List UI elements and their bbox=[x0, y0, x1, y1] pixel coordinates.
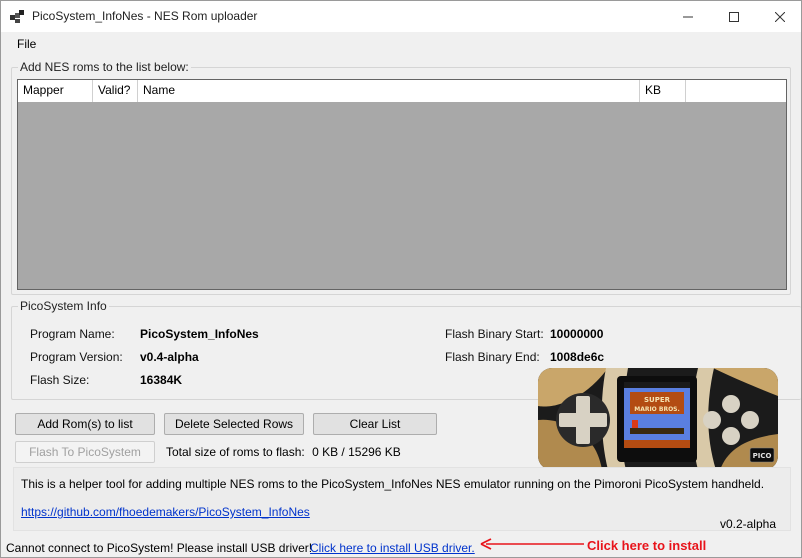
info-group-title: PicoSystem Info bbox=[18, 299, 109, 313]
flash-end-label: Flash Binary End: bbox=[445, 350, 540, 364]
window-title: PicoSystem_InfoNes - NES Rom uploader bbox=[32, 9, 258, 23]
roms-grid[interactable]: Mapper Valid? Name KB bbox=[17, 79, 787, 290]
status-message: Cannot connect to PicoSystem! Please ins… bbox=[6, 541, 313, 555]
menu-file[interactable]: File bbox=[17, 37, 36, 51]
help-panel: This is a helper tool for adding multipl… bbox=[13, 467, 791, 531]
version-label: v0.2-alpha bbox=[719, 517, 776, 531]
app-icon bbox=[10, 10, 24, 23]
add-roms-button[interactable]: Add Rom(s) to list bbox=[15, 413, 155, 435]
minimize-icon bbox=[683, 16, 693, 17]
minimize-button[interactable] bbox=[665, 1, 711, 32]
grid-header: Mapper Valid? Name KB bbox=[18, 80, 786, 102]
device-logo: PICO bbox=[753, 452, 772, 460]
github-link[interactable]: https://github.com/fhoedemakers/PicoSyst… bbox=[21, 505, 310, 519]
column-valid[interactable]: Valid? bbox=[93, 80, 138, 102]
annotation-arrow-icon bbox=[480, 538, 584, 550]
column-kb[interactable]: KB bbox=[640, 80, 686, 102]
total-size-label: Total size of roms to flash: bbox=[166, 445, 305, 459]
total-size: Total size of roms to flash: 0 KB / 1529… bbox=[166, 445, 401, 459]
install-driver-link[interactable]: Click here to install USB driver. bbox=[310, 541, 475, 555]
flash-size-value: 16384K bbox=[140, 373, 183, 387]
column-mapper[interactable]: Mapper bbox=[18, 80, 93, 102]
flash-end-value: 1008de6c bbox=[550, 350, 605, 364]
maximize-icon bbox=[729, 11, 739, 22]
program-version-label: Program Version: bbox=[30, 350, 123, 364]
screen-title-line2: MARIO BROS. bbox=[634, 406, 680, 413]
program-name-value: PicoSystem_InfoNes bbox=[140, 327, 259, 341]
column-name[interactable]: Name bbox=[138, 80, 640, 102]
flash-button[interactable]: Flash To PicoSystem bbox=[15, 441, 155, 463]
total-size-value: 0 KB / 15296 KB bbox=[312, 445, 401, 459]
clear-list-button[interactable]: Clear List bbox=[313, 413, 437, 435]
help-text: This is a helper tool for adding multipl… bbox=[21, 477, 765, 491]
app-window: PicoSystem_InfoNes - NES Rom uploader Fi… bbox=[0, 0, 802, 558]
flash-start-label: Flash Binary Start: bbox=[445, 327, 544, 341]
menu-bar: File bbox=[1, 32, 801, 56]
column-extra[interactable] bbox=[686, 80, 786, 102]
roms-group: Add NES roms to the list below: Mapper V… bbox=[11, 60, 791, 295]
picosystem-device-image: SUPER MARIO BROS. PICO bbox=[538, 368, 778, 470]
close-icon bbox=[775, 11, 785, 22]
program-version-value: v0.4-alpha bbox=[140, 350, 199, 364]
delete-rows-button[interactable]: Delete Selected Rows bbox=[164, 413, 304, 435]
roms-group-title: Add NES roms to the list below: bbox=[18, 60, 191, 74]
annotation-text: Click here to install bbox=[587, 538, 707, 553]
flash-size-label: Flash Size: bbox=[30, 373, 90, 387]
flash-start-value: 10000000 bbox=[550, 327, 604, 341]
screen-title-line1: SUPER bbox=[644, 396, 671, 404]
title-bar[interactable]: PicoSystem_InfoNes - NES Rom uploader bbox=[1, 1, 801, 32]
program-name-label: Program Name: bbox=[30, 327, 115, 341]
close-button[interactable] bbox=[757, 1, 801, 32]
maximize-button[interactable] bbox=[711, 1, 757, 32]
